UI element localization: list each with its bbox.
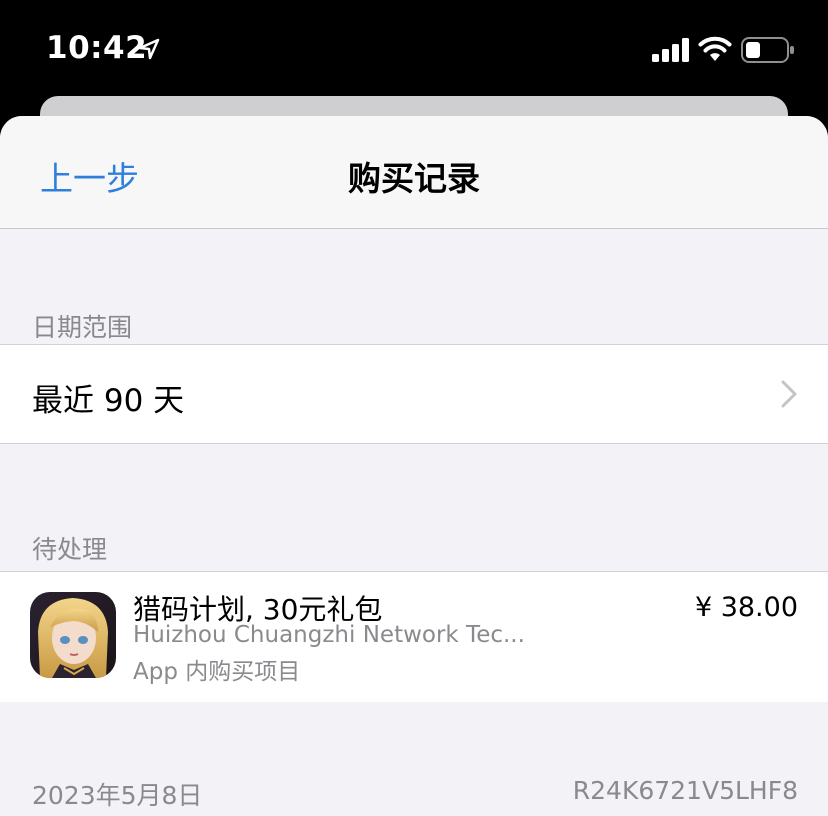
- battery-icon: [741, 37, 794, 63]
- item-developer: Huizhou Chuangzhi Network Tec...: [133, 622, 525, 648]
- item-price: ¥ 38.00: [694, 592, 798, 623]
- date-range-value: 最近 90 天: [32, 383, 185, 419]
- purchase-date: 2023年5月8日: [32, 781, 203, 810]
- purchase-history-sheet: 上一步 购买记录 日期范围 最近 90 天 待处理 猎码计划, 30元礼包 Hu…: [0, 116, 828, 816]
- chevron-right-icon: [781, 380, 797, 408]
- location-arrow-icon: [138, 38, 160, 60]
- app-icon: [30, 592, 116, 678]
- item-type: App 内购买项目: [133, 659, 301, 685]
- pending-purchase-row[interactable]: 猎码计划, 30元礼包 Huizhou Chuangzhi Network Te…: [0, 571, 828, 702]
- navigation-bar: 上一步 购买记录: [0, 116, 828, 229]
- signal-icon: [652, 38, 689, 62]
- status-bar: 10:42: [0, 0, 828, 96]
- wifi-icon: [698, 36, 732, 61]
- date-range-row[interactable]: 最近 90 天: [0, 344, 828, 444]
- order-id: R24K6721V5LHF8: [572, 776, 798, 805]
- status-time: 10:42: [46, 30, 148, 66]
- pending-header: 待处理: [32, 535, 108, 564]
- date-range-header: 日期范围: [32, 313, 133, 342]
- page-title: 购买记录: [348, 159, 480, 198]
